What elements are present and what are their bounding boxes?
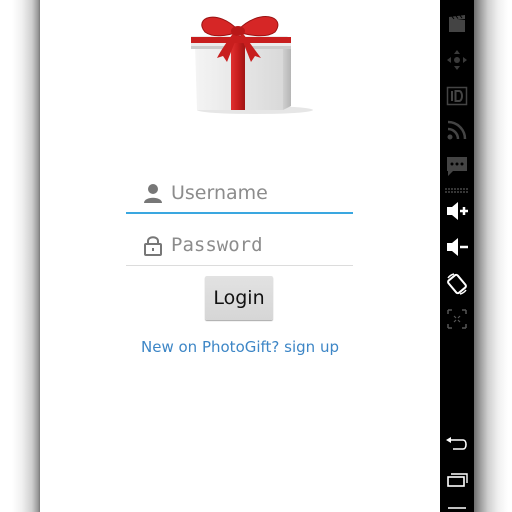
rotate-icon[interactable] <box>440 270 474 298</box>
user-icon <box>144 184 162 203</box>
sms-icon[interactable] <box>440 152 474 180</box>
password-underline <box>126 265 353 266</box>
window-shadow-left <box>0 0 40 512</box>
rss-icon[interactable] <box>440 116 474 144</box>
camera-icon[interactable] <box>440 10 474 38</box>
back-icon[interactable] <box>440 432 474 456</box>
recents-icon[interactable] <box>440 468 474 492</box>
login-button[interactable]: Login <box>205 276 273 320</box>
dpad-icon[interactable] <box>440 46 474 74</box>
password-field[interactable]: Password <box>126 226 353 266</box>
username-field[interactable]: Username <box>126 174 353 214</box>
username-placeholder: Username <box>171 182 268 204</box>
crop-icon[interactable] <box>440 306 474 332</box>
emulator-window: Username Password Login New on PhotoGift… <box>0 0 512 512</box>
phone-screen: Username Password Login New on PhotoGift… <box>40 0 440 512</box>
volume-down-icon[interactable] <box>440 234 474 260</box>
id-icon[interactable] <box>440 82 474 110</box>
signup-link[interactable]: New on PhotoGift? sign up <box>40 337 440 357</box>
volume-up-icon[interactable] <box>440 198 474 224</box>
toolbar-divider <box>440 186 474 194</box>
window-shadow-right <box>474 0 512 512</box>
lock-icon <box>144 236 162 256</box>
password-placeholder: Password <box>171 234 263 256</box>
home-icon[interactable] <box>440 500 474 512</box>
emulator-toolbar <box>440 0 474 512</box>
username-underline <box>126 212 353 214</box>
gift-logo <box>191 16 313 114</box>
